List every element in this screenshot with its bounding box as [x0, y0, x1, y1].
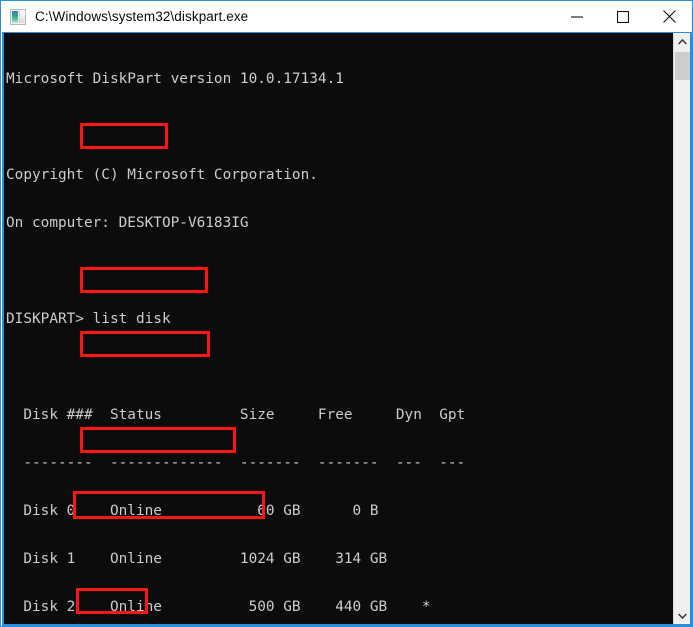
- terminal-line: Disk 0 Online 60 GB 0 B: [6, 503, 379, 519]
- minimize-icon: [571, 15, 583, 18]
- maximize-button[interactable]: [600, 1, 646, 32]
- terminal-line: -------- ------------- ------- ------- -…: [6, 455, 466, 471]
- scroll-down-button[interactable]: [674, 607, 690, 624]
- terminal-line-command: DISKPART> list disk: [6, 311, 171, 327]
- title-bar[interactable]: C:\Windows\system32\diskpart.exe: [1, 1, 692, 32]
- scroll-up-button[interactable]: [674, 33, 690, 50]
- chevron-up-icon: [677, 38, 687, 45]
- terminal-line: Disk 2 Online 500 GB 440 GB *: [6, 599, 431, 615]
- window-title: C:\Windows\system32\diskpart.exe: [35, 9, 249, 24]
- close-icon: [662, 10, 676, 23]
- vertical-scrollbar[interactable]: [673, 33, 690, 624]
- console-icon: [10, 8, 26, 25]
- terminal-line: Microsoft DiskPart version 10.0.17134.1: [6, 71, 344, 87]
- diskpart-window: C:\Windows\system32\diskpart.exe Microso…: [0, 0, 693, 627]
- close-button[interactable]: [646, 1, 692, 32]
- console-icon-right: [19, 10, 25, 23]
- console-area: Microsoft DiskPart version 10.0.17134.1 …: [2, 32, 692, 626]
- terminal-line: Disk ### Status Size Free Dyn Gpt: [6, 407, 466, 423]
- console-icon-left: [12, 10, 18, 23]
- terminal-line: Copyright (C) Microsoft Corporation.: [6, 167, 318, 183]
- console-output[interactable]: Microsoft DiskPart version 10.0.17134.1 …: [4, 33, 657, 624]
- maximize-icon: [617, 10, 629, 23]
- chevron-down-icon: [677, 612, 687, 619]
- minimize-button[interactable]: [554, 1, 600, 32]
- window-controls: [554, 1, 692, 32]
- scrollbar-thumb[interactable]: [675, 52, 690, 80]
- terminal-text: Microsoft DiskPart version 10.0.17134.1 …: [6, 39, 465, 624]
- terminal-line: Disk 1 Online 1024 GB 314 GB: [6, 551, 388, 567]
- terminal-line: On computer: DESKTOP-V6183IG: [6, 215, 249, 231]
